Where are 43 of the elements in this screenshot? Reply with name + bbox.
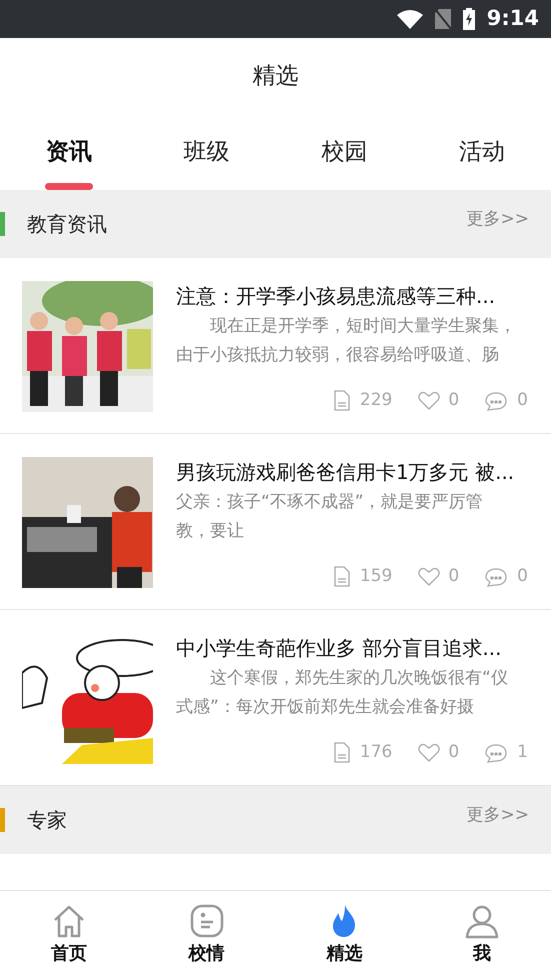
article-summary: 这个寒假，郑先生家的几次晚饭很有“仪式感”：每次开饭前郑先生就会准备好摄 [176, 667, 509, 719]
heart-icon [418, 743, 440, 762]
like-count: 0 [448, 389, 460, 412]
article-summary: 父亲：孩子“不琢不成器”，就是要严厉管教，要让 [176, 491, 484, 543]
page-title: 精选 [252, 62, 298, 92]
document-icon [334, 390, 350, 412]
tab[interactable]: 资讯 [0, 115, 138, 190]
nav-item[interactable]: 校情 [138, 891, 276, 979]
nav-item[interactable]: 首页 [0, 891, 138, 979]
clock: 9:14 [486, 5, 539, 32]
battery-charging-icon [462, 8, 475, 30]
like-count: 0 [448, 565, 460, 588]
no-sim-icon [434, 9, 451, 29]
article-row[interactable]: 男孩玩游戏刷爸爸信用卡1万多元 被... 父亲：孩子“不琢不成器”，就是要严厉管教，要让 159 0 0 [0, 434, 551, 610]
nav-item[interactable]: 精选 [276, 891, 414, 979]
comment-count: 0 [517, 565, 528, 588]
comment-icon [485, 390, 508, 411]
article-summary: 现在正是开学季，短时间大量学生聚集，由于小孩抵抗力较弱，很容易给呼吸道、肠 [176, 315, 516, 367]
view-count: 176 [360, 741, 392, 764]
tab[interactable]: 活动 [413, 115, 551, 190]
article-row[interactable]: 中小学生奇葩作业多 部分盲目追求... 这个寒假，郑先生家的几次晚饭很有“仪式感”：每次开饭前郑先生就会准备好摄 176 0 1 [0, 610, 551, 786]
wifi-icon [396, 9, 423, 29]
like-count: 0 [448, 741, 460, 764]
document-icon [334, 742, 350, 764]
comment-icon [485, 742, 508, 763]
document-icon [334, 566, 350, 588]
article-title: 男孩玩游戏刷爸爸信用卡1万多元 被... [176, 459, 516, 486]
tab[interactable]: 校园 [276, 115, 414, 190]
view-count: 229 [360, 389, 392, 412]
comment-icon [485, 566, 508, 587]
comment-count: 1 [517, 741, 528, 764]
view-count: 159 [360, 565, 392, 588]
heart-icon [418, 567, 440, 586]
heart-icon [418, 391, 440, 410]
tab[interactable]: 班级 [138, 115, 276, 190]
section-title: 专家 [27, 807, 67, 834]
nav-item[interactable]: 我 [413, 891, 551, 979]
article-title: 中小学生奇葩作业多 部分盲目追求... [176, 635, 502, 662]
section-title: 教育资讯 [27, 211, 107, 238]
tab-indicator [44, 183, 93, 190]
comment-count: 0 [517, 389, 528, 412]
article-row[interactable]: 注意：开学季小孩易患流感等三种... 现在正是开学季，短时间大量学生聚集，由于小孩抵抗力较弱，很容易给呼吸道、肠 229 0 0 [0, 258, 551, 434]
article-title: 注意：开学季小孩易患流感等三种... [176, 283, 496, 310]
